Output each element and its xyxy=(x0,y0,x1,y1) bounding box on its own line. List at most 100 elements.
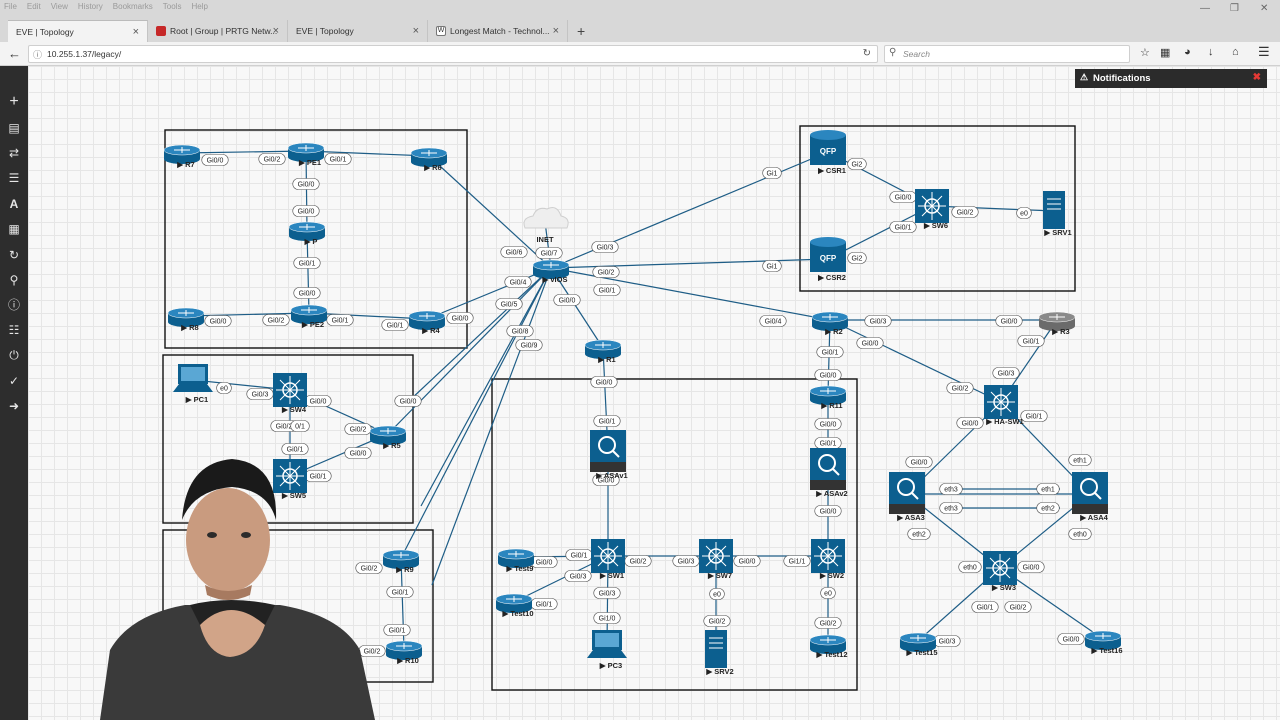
tab-longest-match[interactable]: W Longest Match - Technol... × xyxy=(428,20,568,42)
menu-history[interactable]: History xyxy=(78,2,103,11)
link-r6-vios[interactable] xyxy=(428,155,552,269)
refresh-icon[interactable]: ↻ xyxy=(6,247,22,263)
node-test12[interactable]: ▶ Test12 xyxy=(809,634,848,659)
topology-icon[interactable]: ▦ xyxy=(6,221,22,237)
link-r7-pe1[interactable] xyxy=(181,150,307,154)
menu-help[interactable]: Help xyxy=(191,2,207,11)
minimize-icon[interactable]: — xyxy=(1200,3,1210,14)
interface-text: Gi0/4 xyxy=(510,280,527,287)
lab-status-icon[interactable]: ✓ xyxy=(6,373,22,389)
back-button[interactable]: ← xyxy=(8,46,21,61)
node-sw3[interactable]: ▶ SW3 xyxy=(983,551,1017,592)
home-icon[interactable]: ⌂ xyxy=(1232,46,1239,58)
node-sw4[interactable]: ▶ SW4 xyxy=(273,373,307,414)
interface-label: Gi0/0 xyxy=(304,395,332,407)
node-sw2[interactable]: ▶ SW2 xyxy=(811,539,845,580)
interface-label: Gi0/2 xyxy=(344,423,372,435)
list-icon[interactable]: ☷ xyxy=(6,322,22,338)
close-icon[interactable]: ✖ xyxy=(1253,72,1261,83)
tab-prtg[interactable]: Root | Group | PRTG Netw... × xyxy=(148,20,288,42)
close-icon[interactable]: × xyxy=(553,25,559,37)
menu-edit[interactable]: Edit xyxy=(27,2,41,11)
node-ha-sw1[interactable]: ▶ HA-SW1 xyxy=(984,385,1024,426)
menu-tools[interactable]: Tools xyxy=(163,2,182,11)
link-vios-csr1[interactable] xyxy=(550,151,829,269)
node-label: ▶ ASAv2 xyxy=(815,489,847,498)
link-r4-vios[interactable] xyxy=(426,267,552,320)
interface-label: Gi0/0 xyxy=(293,287,321,299)
node-r8[interactable]: ▶ R8 xyxy=(167,307,205,332)
node-asa4[interactable]: ▶ ASA4 xyxy=(1072,472,1109,522)
node-csr1[interactable]: QFP ▶ CSR1 xyxy=(810,130,846,175)
node-test15[interactable]: ▶ Test15 xyxy=(899,632,938,657)
link-r8-pe2[interactable] xyxy=(185,312,310,317)
restore-icon[interactable]: ❐ xyxy=(1230,3,1239,14)
interface-label: Gi0/6 xyxy=(500,246,528,258)
close-icon[interactable]: × xyxy=(273,25,279,37)
menu-view[interactable]: View xyxy=(51,2,68,11)
node-asav1[interactable]: ▶ ASAv1 xyxy=(590,430,628,480)
tab-eve-topology-1[interactable]: EVE | Topology × xyxy=(8,20,148,42)
node-test10[interactable]: ▶ Test10 xyxy=(495,593,534,618)
node-r9[interactable]: ▶ R9 xyxy=(382,549,420,574)
node-srv1[interactable]: ▶ SRV1 xyxy=(1043,191,1072,237)
node-csr2[interactable]: QFP ▶ CSR2 xyxy=(810,237,846,282)
bookmark-star-icon[interactable]: ☆ xyxy=(1140,46,1150,59)
node-asav2[interactable]: ▶ ASAv2 xyxy=(810,448,848,498)
close-icon[interactable]: × xyxy=(413,25,419,37)
node-test16[interactable]: ▶ Test16 xyxy=(1084,630,1123,655)
node-pe2[interactable]: ▶ PE2 xyxy=(290,304,328,329)
node-pe1[interactable]: ▶ PE1 xyxy=(287,142,325,167)
node-test9[interactable]: ▶ Test9 xyxy=(497,548,535,573)
close-window-icon[interactable]: ✕ xyxy=(1260,3,1268,14)
node-r4[interactable]: ▶ R4 xyxy=(408,310,446,335)
add-icon[interactable]: + xyxy=(6,94,22,110)
startup-config-icon[interactable]: ☰ xyxy=(6,170,22,186)
menu-bookmarks[interactable]: Bookmarks xyxy=(113,2,153,11)
close-icon[interactable]: × xyxy=(133,26,139,38)
link-pe1-r6[interactable] xyxy=(305,150,430,157)
link-r5-vios[interactable] xyxy=(387,267,552,435)
link-vios-r2[interactable] xyxy=(550,267,831,321)
link-sw6-srv1[interactable] xyxy=(931,205,1055,212)
node-label: ▶ ASAv1 xyxy=(595,471,627,480)
node-r1[interactable]: ▶ R1 xyxy=(584,339,622,364)
info-icon[interactable]: ⓘ xyxy=(6,297,22,313)
node-sw1[interactable]: ▶ SW1 xyxy=(591,539,625,580)
hamburger-menu-icon[interactable]: ☰ xyxy=(1258,44,1270,60)
logout-icon[interactable]: ➜ xyxy=(6,398,22,414)
node-inet[interactable]: INET xyxy=(523,207,569,244)
node-r11[interactable]: ▶ R11 xyxy=(809,385,847,410)
search-input[interactable]: ⚲ Search xyxy=(884,45,1130,63)
node-r2[interactable]: ▶ R2 xyxy=(811,311,849,336)
url-bar[interactable]: ⓘ 10.255.1.37/legacy/ ↻ xyxy=(28,45,878,63)
new-tab-button[interactable]: + xyxy=(577,23,585,39)
node-r7[interactable]: ▶ R7 xyxy=(163,144,201,169)
reload-icon[interactable]: ↻ xyxy=(863,48,871,59)
node-r6[interactable]: ▶ R6 xyxy=(410,147,448,172)
menu-file[interactable]: File xyxy=(4,2,17,11)
node-sw6[interactable]: ▶ SW6 xyxy=(915,189,949,230)
info-icon[interactable]: ⓘ xyxy=(33,48,42,61)
pocket-icon[interactable]: ◕ xyxy=(1184,46,1191,58)
link-vios-csr2[interactable] xyxy=(550,258,829,269)
link-vios-extra-1[interactable] xyxy=(420,267,552,507)
zoom-icon[interactable]: ⚲ xyxy=(6,272,22,288)
library-icon[interactable]: ▦ xyxy=(1160,46,1170,59)
network-icon[interactable]: ⇄ xyxy=(6,145,22,161)
power-icon[interactable]: ⏻ xyxy=(6,347,22,363)
node-pc3[interactable]: ▶ PC3 xyxy=(587,630,627,670)
link-r2-ha-sw1[interactable] xyxy=(829,319,1002,403)
node-list-icon[interactable]: ▤ xyxy=(6,120,22,136)
node-pc1[interactable]: ▶ PC1 xyxy=(173,364,213,404)
text-icon[interactable]: A xyxy=(6,196,22,212)
tab-eve-topology-2[interactable]: EVE | Topology × xyxy=(288,20,428,42)
node-r3[interactable]: ▶ R3 xyxy=(1038,311,1076,336)
node-srv2[interactable]: ▶ SRV2 xyxy=(705,630,734,676)
download-icon[interactable]: ↓ xyxy=(1208,46,1214,58)
node-asa3[interactable]: ▶ ASA3 xyxy=(889,472,925,522)
node-p[interactable]: ▶ P xyxy=(288,221,326,246)
node-r10[interactable]: ▶ R10 xyxy=(385,640,423,665)
node-sw7[interactable]: ▶ SW7 xyxy=(699,539,733,580)
prtg-favicon-icon xyxy=(156,26,166,36)
